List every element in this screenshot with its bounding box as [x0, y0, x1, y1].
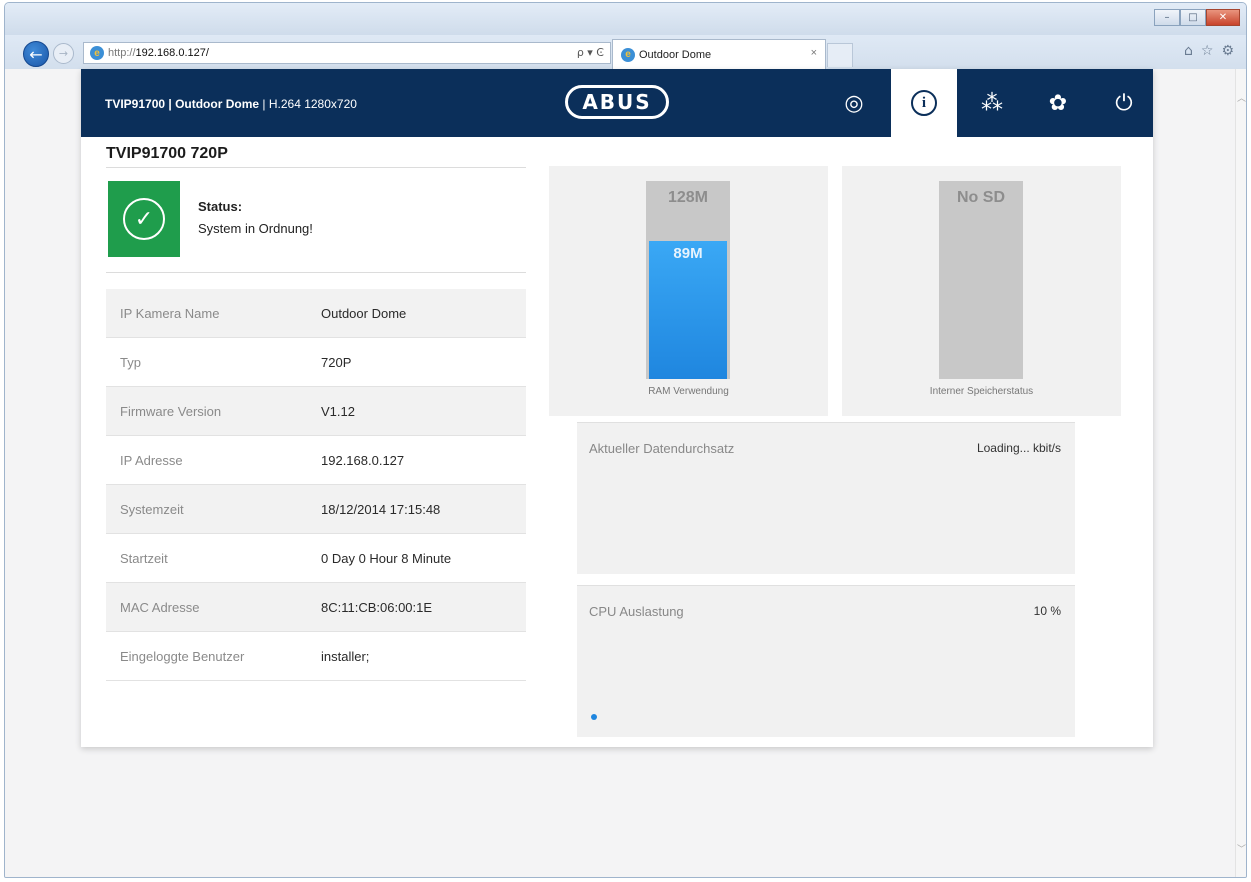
info-key: MAC Adresse — [120, 599, 200, 615]
back-button[interactable]: ← — [23, 41, 49, 67]
info-value: 0 Day 0 Hour 8 Minute — [321, 550, 452, 566]
divider — [106, 272, 526, 273]
storage-caption: Interner Speicherstatus — [929, 386, 1034, 397]
address-bar[interactable]: e http:// 192.168.0.127/ ρ ▾ Ͼ — [83, 42, 611, 64]
browser-navbar: ← → e http:// 192.168.0.127/ ρ ▾ Ͼ e Out… — [5, 35, 1246, 69]
minimize-button[interactable]: – — [1154, 9, 1180, 26]
favorites-icon[interactable]: ☆ — [1201, 43, 1214, 59]
status-label: Status: — [198, 199, 243, 214]
page-viewport: TVIP91700 | Outdoor Dome | H.264 1280x72… — [5, 69, 1237, 877]
forward-button[interactable]: → — [53, 43, 74, 64]
info-value: Outdoor Dome — [321, 305, 407, 321]
browser-toolbar-icons: ⌂ ☆ ⚙ — [1184, 43, 1234, 59]
url-host: 192.168.0.127/ — [135, 47, 209, 59]
ram-total: 128M — [667, 189, 709, 206]
info-key: Eingeloggte Benutzer — [120, 648, 245, 664]
settings-icon[interactable]: ✿ — [1025, 69, 1091, 137]
throughput-card: Aktueller Datendurchsatz Loading... kbit… — [577, 422, 1075, 574]
info-value: 8C:11:CB:06:00:1E — [321, 599, 433, 615]
ie-page-icon: e — [90, 46, 104, 60]
info-tab[interactable]: i — [891, 69, 957, 137]
cpu-graph-dot — [591, 714, 597, 720]
maximize-button[interactable]: □ — [1180, 9, 1206, 26]
browser-window: – □ ✕ ← → e http:// 192.168.0.127/ ρ ▾ Ͼ… — [4, 2, 1247, 878]
power-icon[interactable]: ⏻ — [1091, 69, 1157, 137]
search-refresh-icon[interactable]: ρ ▾ Ͼ — [577, 46, 604, 59]
info-key: IP Adresse — [120, 452, 183, 468]
new-tab-button[interactable] — [827, 43, 853, 67]
info-value: installer; — [321, 648, 370, 664]
throughput-label: Aktueller Datendurchsatz — [589, 441, 735, 456]
table-row: Startzeit 0 Day 0 Hour 8 Minute — [106, 534, 526, 583]
cpu-label: CPU Auslastung — [589, 604, 684, 619]
table-row: Typ 720P — [106, 338, 526, 387]
info-key: Startzeit — [120, 550, 168, 566]
storage-gauge-bar: No SD — [939, 181, 1023, 379]
status-text: System in Ordnung! — [198, 221, 313, 236]
ram-used-fill: 89M — [649, 241, 727, 379]
storage-status: No SD — [957, 189, 1005, 206]
scroll-up-icon[interactable]: ︿ — [1237, 91, 1246, 104]
info-value: 192.168.0.127 — [321, 452, 405, 468]
info-table: IP Kamera Name Outdoor Dome Typ 720P Firmwar… — [106, 289, 526, 681]
info-key: Firmware Version — [120, 403, 222, 419]
table-row: Eingeloggte Benutzer installer; — [106, 632, 526, 681]
vertical-scrollbar[interactable]: ︿ ﹀ — [1235, 69, 1246, 877]
camera-lens-icon[interactable]: ◎ — [821, 69, 887, 137]
table-row: Firmware Version V1.12 — [106, 387, 526, 436]
info-key: IP Kamera Name — [120, 305, 220, 321]
window-controls: – □ ✕ — [1154, 9, 1240, 26]
storage-gauge-card: No SD Interner Speicherstatus — [842, 166, 1121, 416]
camera-web-app: TVIP91700 | Outdoor Dome | H.264 1280x72… — [81, 69, 1153, 747]
table-row: Systemzeit 18/12/2014 17:15:48 — [106, 485, 526, 534]
scroll-down-icon[interactable]: ﹀ — [1237, 842, 1246, 855]
info-key: Typ — [120, 354, 141, 370]
info-key: Systemzeit — [120, 501, 184, 517]
close-button[interactable]: ✕ — [1206, 9, 1240, 26]
table-row: IP Adresse 192.168.0.127 — [106, 436, 526, 485]
info-icon: i — [911, 90, 937, 116]
info-value: 18/12/2014 17:15:48 — [321, 501, 441, 517]
ram-caption: RAM Verwendung — [648, 386, 729, 397]
tab-title: Outdoor Dome — [639, 48, 712, 61]
url-protocol: http:// — [108, 47, 136, 59]
ram-used: 89M — [673, 245, 703, 263]
tools-icon[interactable]: ⚙ — [1221, 43, 1234, 59]
wizard-icon[interactable]: ⁂ — [959, 69, 1025, 137]
abus-logo: ABUS — [565, 85, 669, 119]
ram-gauge-card: 128M 89M RAM Verwendung — [549, 166, 828, 416]
divider — [106, 167, 526, 168]
table-row: MAC Adresse 8C:11:CB:06:00:1E — [106, 583, 526, 632]
table-row: IP Kamera Name Outdoor Dome — [106, 289, 526, 338]
tab-favicon-icon: e — [621, 47, 635, 62]
browser-tab[interactable]: e Outdoor Dome × — [612, 39, 826, 69]
app-title: TVIP91700 | Outdoor Dome | H.264 1280x72… — [105, 97, 357, 111]
app-header: TVIP91700 | Outdoor Dome | H.264 1280x72… — [81, 69, 1153, 137]
throughput-value: Loading... kbit/s — [976, 441, 1061, 455]
info-value: V1.12 — [321, 403, 355, 419]
home-icon[interactable]: ⌂ — [1184, 43, 1193, 59]
check-icon: ✓ — [123, 198, 165, 240]
info-value: 720P — [321, 354, 352, 370]
cpu-card: CPU Auslastung 10 % — [577, 585, 1075, 737]
title-bar: – □ ✕ — [5, 3, 1246, 35]
status-indicator: ✓ — [108, 181, 180, 257]
device-title: TVIP91700 720P — [106, 145, 228, 162]
cpu-value: 10 % — [1033, 604, 1061, 618]
ram-gauge-bar: 128M 89M — [646, 181, 730, 379]
tab-close-icon[interactable]: × — [811, 47, 817, 59]
